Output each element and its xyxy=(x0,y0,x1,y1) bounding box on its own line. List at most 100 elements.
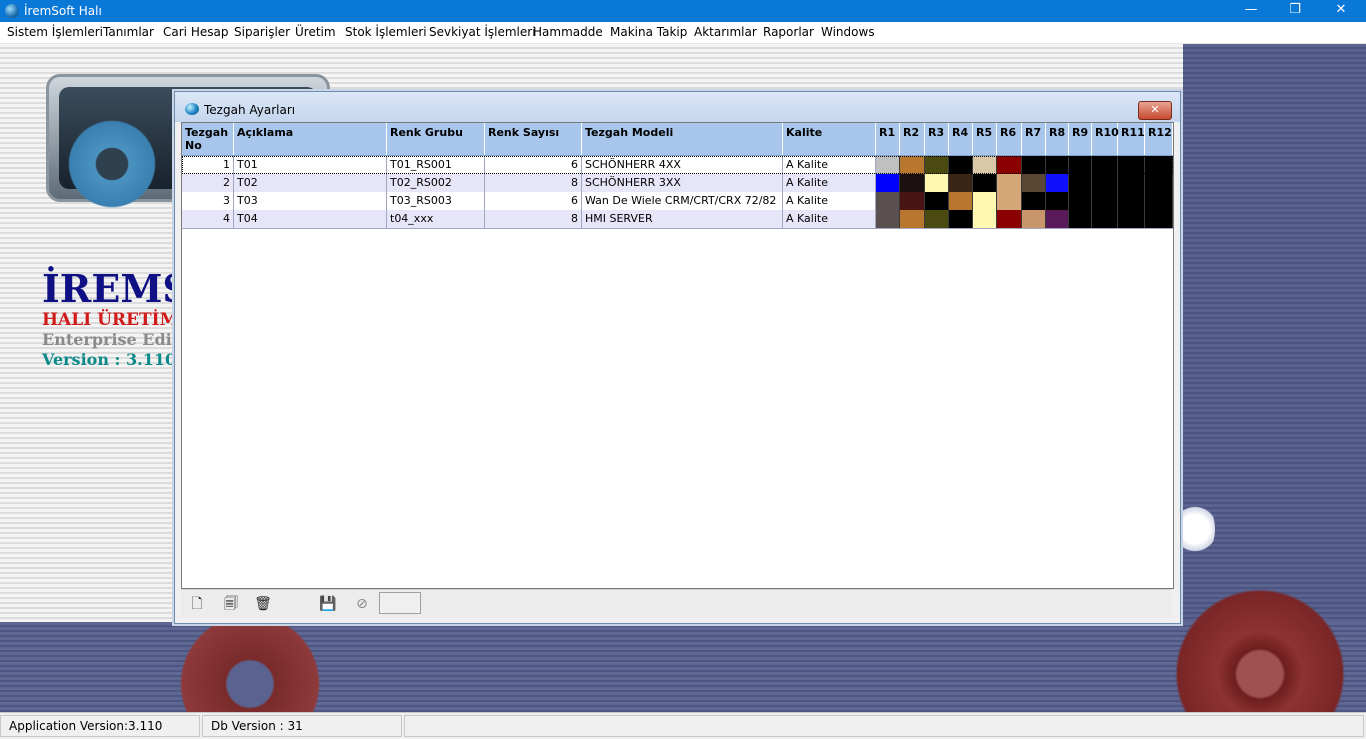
cell-renk-grubu[interactable]: T01_RS001 xyxy=(387,156,485,174)
color-swatch-r1[interactable] xyxy=(876,156,900,174)
col-header-r10[interactable]: R10 xyxy=(1092,123,1119,155)
cell-tezgah-modeli[interactable]: SCHÖNHERR 3XX xyxy=(582,174,783,192)
col-header-tezgah-no[interactable]: Tezgah No xyxy=(182,123,234,155)
menu-stok-islemleri[interactable]: Stok İşlemleri xyxy=(345,25,427,39)
color-swatch-r12[interactable] xyxy=(1145,174,1173,192)
color-swatch-r10[interactable] xyxy=(1092,210,1118,228)
blank-toolbar-button[interactable] xyxy=(379,592,421,614)
col-header-r4[interactable]: R4 xyxy=(949,123,973,155)
menu-sevkiyat-islemleri[interactable]: Sevkiyat İşlemleri xyxy=(429,25,536,39)
cancel-button[interactable]: ⊘ xyxy=(352,594,372,614)
color-swatch-r2[interactable] xyxy=(900,210,925,228)
color-swatch-r2[interactable] xyxy=(900,174,925,192)
color-swatch-r2[interactable] xyxy=(900,156,925,174)
cell-aciklama[interactable]: T02 xyxy=(234,174,387,192)
color-swatch-r7[interactable] xyxy=(1022,192,1046,210)
color-swatch-r10[interactable] xyxy=(1092,192,1118,210)
color-swatch-r4[interactable] xyxy=(949,174,973,192)
color-swatch-r12[interactable] xyxy=(1145,192,1173,210)
col-header-renk-sayisi[interactable]: Renk Sayısı xyxy=(485,123,582,155)
cell-tezgah-no[interactable]: 1 xyxy=(182,156,234,174)
cell-renk-grubu[interactable]: T03_RS003 xyxy=(387,192,485,210)
cell-tezgah-modeli[interactable]: Wan De Wiele CRM/CRT/CRX 72/82 xyxy=(582,192,783,210)
color-swatch-r4[interactable] xyxy=(949,156,973,174)
color-swatch-r8[interactable] xyxy=(1046,156,1069,174)
col-header-r12[interactable]: R12 xyxy=(1145,123,1173,155)
color-swatch-r3[interactable] xyxy=(925,192,949,210)
menu-tanimlar[interactable]: Tanımlar xyxy=(103,25,154,39)
color-swatch-r6[interactable] xyxy=(997,174,1022,192)
cell-kalite[interactable]: A Kalite xyxy=(783,210,876,228)
menu-uretim[interactable]: Üretim xyxy=(295,25,336,39)
cell-renk-sayisi[interactable]: 6 xyxy=(485,156,582,174)
cell-aciklama[interactable]: T01 xyxy=(234,156,387,174)
color-swatch-r10[interactable] xyxy=(1092,156,1118,174)
color-swatch-r3[interactable] xyxy=(925,174,949,192)
color-swatch-r6[interactable] xyxy=(997,192,1022,210)
color-swatch-r4[interactable] xyxy=(949,192,973,210)
color-swatch-r3[interactable] xyxy=(925,156,949,174)
color-swatch-r10[interactable] xyxy=(1092,174,1118,192)
color-swatch-r7[interactable] xyxy=(1022,174,1046,192)
cell-tezgah-no[interactable]: 2 xyxy=(182,174,234,192)
col-header-r6[interactable]: R6 xyxy=(997,123,1022,155)
color-swatch-r5[interactable] xyxy=(973,156,997,174)
cell-kalite[interactable]: A Kalite xyxy=(783,192,876,210)
col-header-r7[interactable]: R7 xyxy=(1022,123,1046,155)
color-swatch-r12[interactable] xyxy=(1145,156,1173,174)
cell-renk-sayisi[interactable]: 6 xyxy=(485,192,582,210)
delete-record-button[interactable]: 🗑 xyxy=(253,594,273,614)
tezgah-grid[interactable]: Tezgah No Açıklama Renk Grubu Renk Sayıs… xyxy=(181,122,1174,589)
close-button[interactable]: ✕ xyxy=(1318,0,1364,22)
menu-cari-hesap[interactable]: Cari Hesap xyxy=(163,25,228,39)
menu-siparisler[interactable]: Siparişler xyxy=(234,25,290,39)
col-header-tezgah-modeli[interactable]: Tezgah Modeli xyxy=(582,123,783,155)
color-swatch-r11[interactable] xyxy=(1118,174,1145,192)
menu-windows[interactable]: Windows xyxy=(821,25,875,39)
color-swatch-r3[interactable] xyxy=(925,210,949,228)
save-button[interactable]: 💾 xyxy=(318,594,338,614)
maximize-button[interactable]: ❐ xyxy=(1272,0,1318,22)
color-swatch-r11[interactable] xyxy=(1118,210,1145,228)
cell-renk-sayisi[interactable]: 8 xyxy=(485,174,582,192)
color-swatch-r1[interactable] xyxy=(876,210,900,228)
col-header-r3[interactable]: R3 xyxy=(925,123,949,155)
table-row[interactable]: 3 T03 T03_RS003 6 Wan De Wiele CRM/CRT/C… xyxy=(182,192,1173,211)
col-header-r11[interactable]: R11 xyxy=(1118,123,1145,155)
col-header-r5[interactable]: R5 xyxy=(973,123,997,155)
cell-kalite[interactable]: A Kalite xyxy=(783,156,876,174)
menu-makina-takip[interactable]: Makina Takip xyxy=(610,25,687,39)
cell-aciklama[interactable]: T03 xyxy=(234,192,387,210)
color-swatch-r8[interactable] xyxy=(1046,174,1069,192)
col-header-r8[interactable]: R8 xyxy=(1046,123,1069,155)
color-swatch-r8[interactable] xyxy=(1046,210,1069,228)
cell-aciklama[interactable]: T04 xyxy=(234,210,387,228)
col-header-r1[interactable]: R1 xyxy=(876,123,900,155)
color-swatch-r6[interactable] xyxy=(997,156,1022,174)
color-swatch-r9[interactable] xyxy=(1069,192,1092,210)
color-swatch-r12[interactable] xyxy=(1145,210,1173,228)
color-swatch-r9[interactable] xyxy=(1069,210,1092,228)
child-close-button[interactable]: ✕ xyxy=(1138,101,1172,120)
color-swatch-r5[interactable] xyxy=(973,210,997,228)
menu-sistem-islemleri[interactable]: Sistem İşlemleri xyxy=(7,25,103,39)
color-swatch-r11[interactable] xyxy=(1118,156,1145,174)
cell-tezgah-no[interactable]: 3 xyxy=(182,192,234,210)
col-header-r9[interactable]: R9 xyxy=(1069,123,1092,155)
menu-hammadde[interactable]: Hammadde xyxy=(533,25,603,39)
color-swatch-r9[interactable] xyxy=(1069,174,1092,192)
color-swatch-r4[interactable] xyxy=(949,210,973,228)
color-swatch-r9[interactable] xyxy=(1069,156,1092,174)
color-swatch-r6[interactable] xyxy=(997,210,1022,228)
cell-tezgah-modeli[interactable]: HMI SERVER xyxy=(582,210,783,228)
cell-renk-grubu[interactable]: T02_RS002 xyxy=(387,174,485,192)
minimize-button[interactable]: — xyxy=(1228,0,1274,22)
color-swatch-r8[interactable] xyxy=(1046,192,1069,210)
color-swatch-r5[interactable] xyxy=(973,192,997,210)
cell-renk-sayisi[interactable]: 8 xyxy=(485,210,582,228)
color-swatch-r5[interactable] xyxy=(973,174,997,192)
color-swatch-r2[interactable] xyxy=(900,192,925,210)
color-swatch-r7[interactable] xyxy=(1022,210,1046,228)
new-record-button[interactable]: 🗋 xyxy=(187,594,207,614)
color-swatch-r1[interactable] xyxy=(876,174,900,192)
